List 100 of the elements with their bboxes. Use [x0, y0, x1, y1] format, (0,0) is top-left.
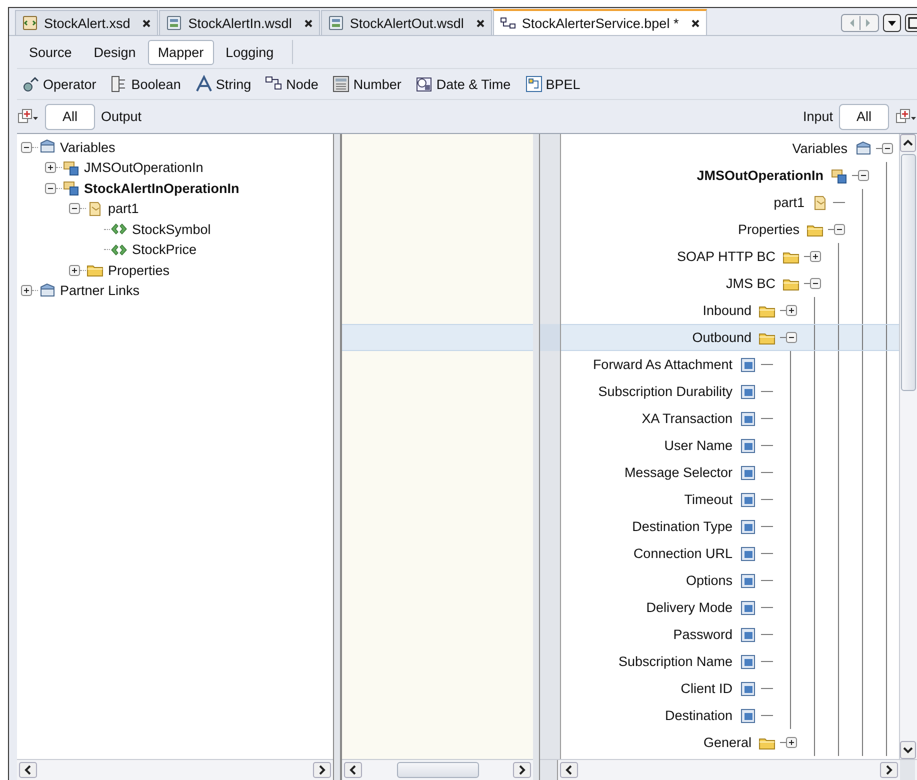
tree-item[interactable]: Options: [686, 573, 732, 588]
scroll-left-icon[interactable]: [560, 762, 578, 778]
editor-tab[interactable]: StockAlertOut.wsdl: [320, 10, 492, 35]
tree-item[interactable]: Message Selector: [624, 465, 732, 480]
tree-item[interactable]: Delivery Mode: [646, 600, 732, 615]
process-icon: [524, 75, 543, 93]
tree-item[interactable]: part1: [774, 195, 804, 210]
palette-button[interactable]: Number: [327, 73, 406, 95]
property-icon: [738, 572, 756, 588]
editor-tab[interactable]: StockAlert.xsd: [15, 10, 158, 35]
collapse-icon[interactable]: [858, 170, 868, 181]
view-tab[interactable]: Source: [19, 40, 82, 64]
property-icon: [738, 410, 756, 426]
output-label: Output: [101, 109, 142, 124]
collapse-icon[interactable]: [786, 332, 796, 343]
dropdown-icon[interactable]: [883, 14, 901, 32]
input-label: Input: [802, 109, 833, 124]
collapse-icon[interactable]: [45, 182, 56, 194]
tree-item[interactable]: Properties: [108, 262, 170, 278]
tree-item[interactable]: Subscription Name: [618, 654, 732, 669]
message-icon: [830, 168, 848, 184]
scroll-thumb[interactable]: [396, 762, 478, 778]
tree-item[interactable]: part1: [108, 201, 139, 216]
tree-item[interactable]: Properties: [738, 222, 800, 237]
maximize-icon[interactable]: [905, 14, 917, 32]
filter-button[interactable]: All: [45, 104, 95, 130]
tree-item[interactable]: StockSymbol: [132, 222, 211, 237]
expand-icon[interactable]: [786, 305, 796, 316]
collapse-icon[interactable]: [810, 278, 820, 289]
view-tab[interactable]: Design: [84, 40, 146, 64]
variables-icon: [854, 140, 872, 156]
expand-icon[interactable]: [45, 162, 56, 174]
scroll-down-icon[interactable]: [900, 741, 916, 759]
tree-item[interactable]: JMSOutOperationIn: [696, 168, 824, 183]
tree-item[interactable]: Client ID: [680, 681, 732, 696]
close-icon[interactable]: [304, 18, 313, 28]
tree-item[interactable]: Connection URL: [633, 546, 732, 561]
scroll-corner: [900, 760, 915, 780]
tree-item[interactable]: Variables: [60, 140, 116, 155]
property-icon: [738, 492, 756, 508]
scroll-thumb[interactable]: [901, 154, 916, 391]
tree-item[interactable]: Password: [673, 627, 732, 642]
expand-icon[interactable]: [21, 285, 32, 296]
tree-item[interactable]: JMSOutOperationIn: [84, 160, 204, 176]
message-icon: [62, 160, 80, 176]
palette-button[interactable]: BPEL: [520, 73, 586, 95]
collapse-icon[interactable]: [21, 142, 32, 153]
tree-item[interactable]: General: [703, 735, 752, 750]
add-menu-icon[interactable]: [895, 108, 917, 126]
file-icon: [328, 15, 344, 31]
collapse-icon[interactable]: [882, 143, 892, 154]
property-icon: [738, 600, 756, 616]
palette-button[interactable]: Node: [260, 73, 324, 95]
expand-icon[interactable]: [786, 737, 796, 748]
tree-item[interactable]: Subscription Durability: [598, 384, 732, 399]
clock-icon: [415, 75, 434, 93]
close-icon[interactable]: [476, 18, 485, 28]
tree-item[interactable]: User Name: [664, 438, 732, 453]
editor-tab[interactable]: StockAlerterService.bpel *: [492, 9, 707, 35]
message-icon: [62, 180, 80, 196]
scroll-right-icon[interactable]: [880, 762, 898, 778]
tree-item[interactable]: Destination Type: [632, 519, 732, 534]
tree-item[interactable]: StockPrice: [132, 242, 197, 258]
collapse-icon[interactable]: [69, 203, 80, 214]
scroll-up-icon[interactable]: [900, 134, 916, 152]
view-tab[interactable]: Logging: [216, 40, 284, 64]
tree-item[interactable]: XA Transaction: [642, 411, 732, 426]
palette-button[interactable]: String: [190, 73, 256, 95]
close-icon[interactable]: [142, 18, 152, 28]
property-icon: [738, 626, 756, 642]
scroll-left-icon[interactable]: [19, 762, 37, 778]
add-menu-icon[interactable]: [17, 108, 39, 126]
tree-item[interactable]: Variables: [792, 141, 848, 156]
filter-button[interactable]: All: [839, 104, 889, 130]
expand-icon[interactable]: [69, 264, 80, 276]
tree-item[interactable]: SOAP HTTP BC: [676, 249, 776, 264]
palette-button[interactable]: Boolean: [105, 73, 186, 95]
tree-item[interactable]: Outbound: [692, 330, 752, 345]
property-icon: [738, 356, 756, 372]
scroll-right-icon[interactable]: [313, 762, 331, 778]
property-icon: [738, 464, 756, 480]
tree-item[interactable]: StockAlertInOperationIn: [84, 180, 240, 196]
tree-item[interactable]: Partner Links: [60, 283, 140, 298]
view-tab[interactable]: Mapper: [148, 40, 214, 64]
property-icon: [738, 708, 756, 724]
scroll-left-icon[interactable]: [344, 762, 362, 778]
tree-item[interactable]: Forward As Attachment: [592, 357, 732, 372]
close-icon[interactable]: [690, 18, 700, 28]
tree-item[interactable]: Inbound: [702, 303, 752, 318]
tree-item[interactable]: JMS BC: [726, 276, 776, 291]
property-icon: [738, 438, 756, 454]
expand-icon[interactable]: [810, 251, 820, 262]
scroll-right-icon[interactable]: [513, 762, 531, 778]
palette-button[interactable]: Date & Time: [410, 73, 516, 95]
file-icon: [166, 15, 182, 31]
editor-tab[interactable]: StockAlertIn.wsdl: [159, 10, 320, 35]
collapse-icon[interactable]: [834, 224, 844, 235]
tree-item[interactable]: Destination: [664, 708, 732, 723]
tree-item[interactable]: Timeout: [684, 492, 732, 507]
palette-button[interactable]: Operator: [17, 73, 102, 95]
